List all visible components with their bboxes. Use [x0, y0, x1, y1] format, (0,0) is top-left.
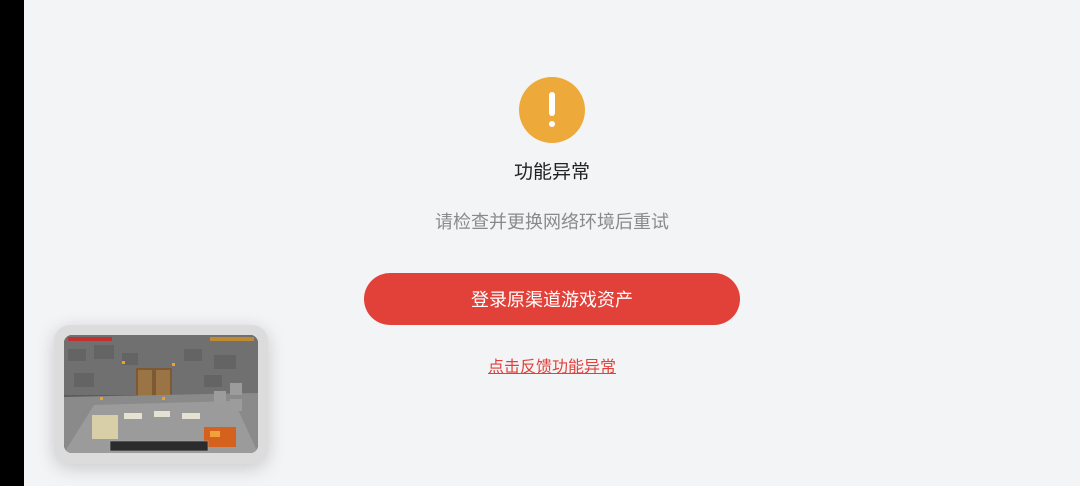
- left-edge-bar: [0, 0, 24, 486]
- login-original-channel-button[interactable]: 登录原渠道游戏资产: [364, 273, 740, 325]
- warning-exclamation-icon: [519, 77, 585, 143]
- floating-game-window[interactable]: [54, 325, 268, 464]
- error-message: 请检查并更换网络环境后重试: [435, 212, 669, 233]
- game-preview-thumbnail: [64, 335, 258, 453]
- error-title: 功能异常: [513, 161, 590, 183]
